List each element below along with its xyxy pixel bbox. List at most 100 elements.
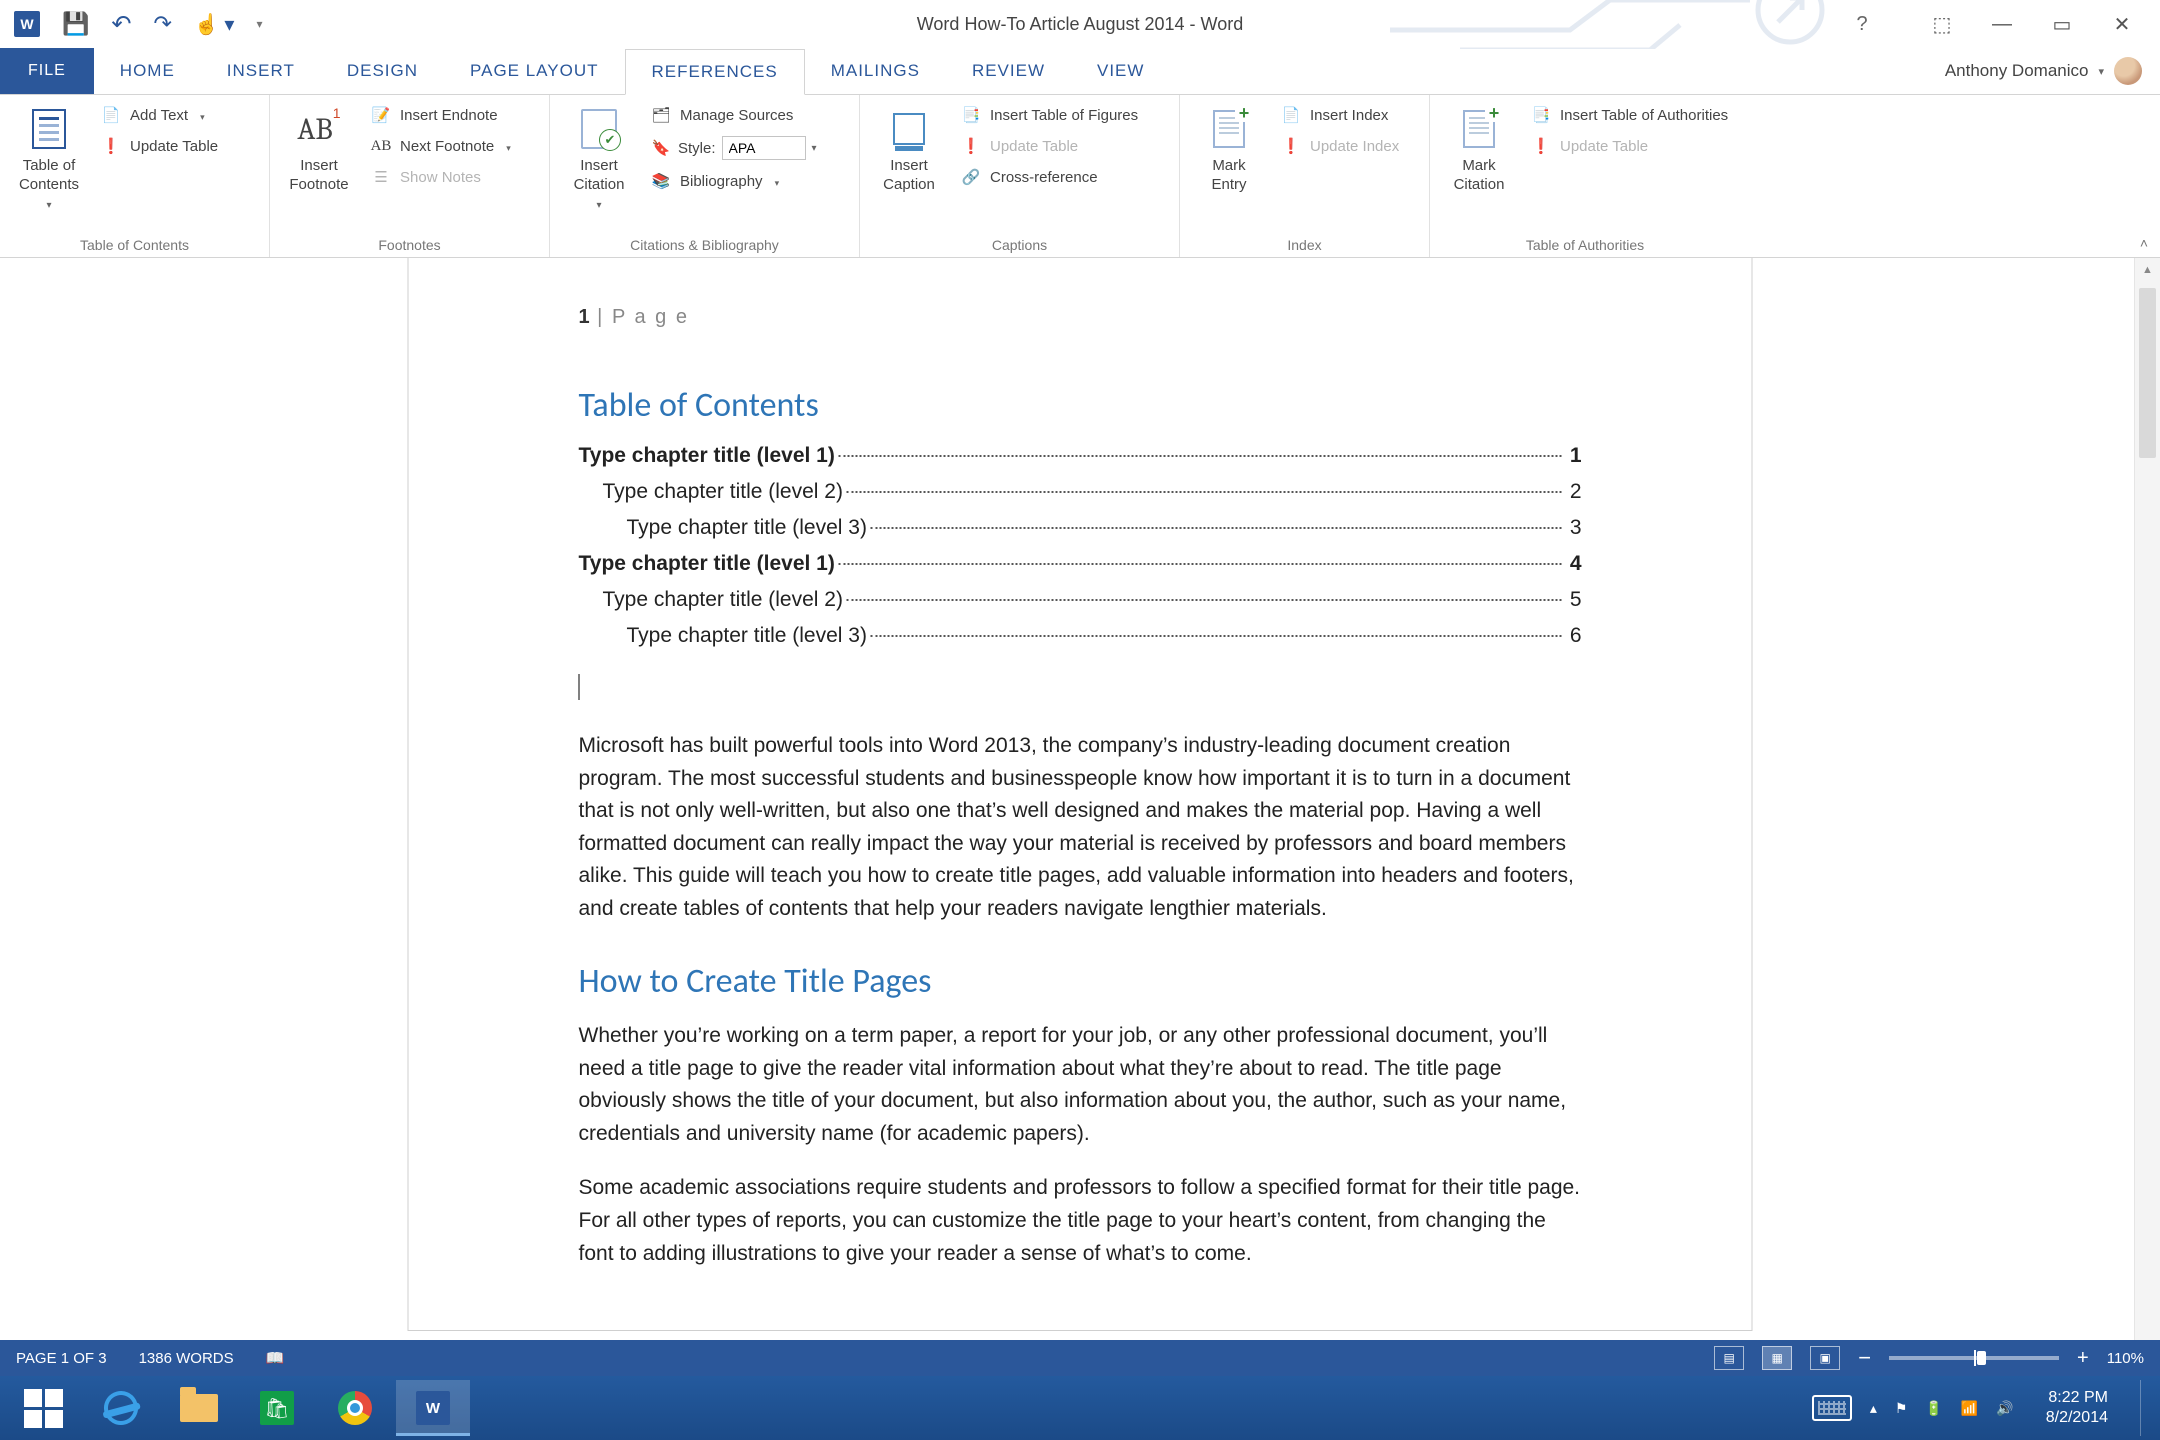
tray-overflow-icon[interactable]: ▴ — [1870, 1400, 1877, 1417]
insert-citation-button[interactable]: Insert Citation — [560, 101, 638, 217]
group-label: Table of Authorities — [1440, 235, 1730, 257]
style-select[interactable] — [722, 136, 806, 160]
taskbar-store[interactable]: 🛍 — [240, 1380, 314, 1436]
collapse-ribbon-icon[interactable]: ˄ — [2140, 235, 2148, 251]
group-citations: Insert Citation 🗂Manage Sources 🔖 Style:… — [550, 95, 860, 257]
touch-mode-icon[interactable]: ☝ ▾ — [194, 12, 235, 37]
cap-update-button: ❗Update Table — [956, 134, 1142, 158]
window-title: Word How-To Article August 2014 - Word — [917, 14, 1243, 35]
quick-access-toolbar: W 💾 ↶ ↷ ☝ ▾ ▾ — [0, 10, 262, 39]
tray-battery-icon[interactable]: 🔋 — [1925, 1400, 1942, 1417]
status-bar: PAGE 1 OF 3 1386 WORDS 📖 ▤ ▦ ▣ − + 110% — [0, 1340, 2160, 1376]
toc-entry: Type chapter title (level 2)2 — [579, 480, 1582, 504]
insert-caption-button[interactable]: Insert Caption — [870, 101, 948, 199]
touch-keyboard-icon[interactable] — [1812, 1395, 1852, 1421]
zoom-out-icon[interactable]: − — [1858, 1345, 1871, 1371]
taskbar-ie[interactable] — [84, 1380, 158, 1436]
scroll-up-icon[interactable]: ▲ — [2135, 258, 2160, 282]
spellcheck-icon[interactable]: 📖 — [266, 1349, 285, 1367]
show-notes-icon: ☰ — [370, 167, 392, 187]
mark-citation-button[interactable]: + Mark Citation — [1440, 101, 1518, 199]
group-label: Citations & Bibliography — [560, 235, 849, 257]
tray-flag-icon[interactable]: ⚑ — [1895, 1400, 1908, 1417]
update-icon: ❗ — [100, 136, 122, 156]
insert-footnote-button[interactable]: AB1 Insert Footnote — [280, 101, 358, 199]
add-text-button[interactable]: 📄Add Text — [96, 103, 222, 127]
citation-style-field[interactable]: 🔖 Style: ▾ — [646, 134, 821, 162]
clock-date: 8/2/2014 — [2046, 1408, 2108, 1428]
web-layout-icon[interactable]: ▣ — [1810, 1346, 1840, 1370]
zoom-in-icon[interactable]: + — [2077, 1347, 2089, 1370]
insert-index-button[interactable]: 📄Insert Index — [1276, 103, 1403, 127]
ie-icon — [100, 1387, 142, 1429]
maximize-icon[interactable]: ▭ — [2038, 12, 2086, 37]
page[interactable]: 1 | P a g e Table of Contents Type chapt… — [408, 258, 1753, 1331]
cross-reference-button[interactable]: 🔗Cross-reference — [956, 165, 1142, 189]
tray-volume-icon[interactable]: 🔊 — [1996, 1400, 2013, 1417]
tab-mailings[interactable]: MAILINGS — [805, 48, 946, 94]
body-paragraph: Whether you’re working on a term paper, … — [579, 1020, 1582, 1150]
insert-toa-button[interactable]: 📑Insert Table of Authorities — [1526, 103, 1732, 127]
start-button[interactable] — [6, 1380, 80, 1436]
section-heading: How to Create Title Pages — [579, 961, 1582, 1002]
toc-list: Type chapter title (level 1)1 Type chapte… — [579, 444, 1582, 648]
taskbar-word[interactable]: W — [396, 1380, 470, 1436]
tab-home[interactable]: HOME — [94, 48, 201, 94]
group-footnotes: AB1 Insert Footnote 📝Insert Endnote ABNe… — [270, 95, 550, 257]
scroll-thumb[interactable] — [2139, 288, 2156, 458]
print-layout-icon[interactable]: ▦ — [1762, 1346, 1792, 1370]
taskbar-explorer[interactable] — [162, 1380, 236, 1436]
caption-icon — [893, 113, 925, 145]
mark-entry-button[interactable]: + Mark Entry — [1190, 101, 1268, 199]
toc-button-label: Table of Contents — [19, 157, 79, 195]
page-indicator[interactable]: PAGE 1 OF 3 — [16, 1350, 107, 1367]
vertical-scrollbar[interactable]: ▲ ▼ — [2134, 258, 2160, 1388]
tab-design[interactable]: DESIGN — [321, 48, 444, 94]
window-controls: ? ⬚ — ▭ ✕ — [1838, 0, 2160, 48]
document-area: 1 | P a g e Table of Contents Type chapt… — [0, 258, 2160, 1388]
tab-view[interactable]: VIEW — [1071, 48, 1170, 94]
insert-toa-icon: 📑 — [1530, 105, 1552, 125]
ribbon-display-icon[interactable]: ⬚ — [1918, 12, 1966, 37]
redo-icon[interactable]: ↷ — [154, 11, 172, 37]
zoom-slider[interactable] — [1889, 1356, 2059, 1360]
account-control[interactable]: Anthony Domanico▾ — [1945, 57, 2142, 85]
insert-tof-button[interactable]: 📑Insert Table of Figures — [956, 103, 1142, 127]
tray-network-icon[interactable]: 📶 — [1961, 1400, 1978, 1417]
minimize-icon[interactable]: — — [1978, 13, 2026, 36]
tab-review[interactable]: REVIEW — [946, 48, 1071, 94]
word-count[interactable]: 1386 WORDS — [139, 1350, 234, 1367]
text-cursor — [579, 674, 580, 700]
idx-update-button: ❗Update Index — [1276, 134, 1403, 158]
group-label: Captions — [870, 235, 1169, 257]
word-icon: W — [416, 1391, 450, 1425]
toc-update-button[interactable]: ❗Update Table — [96, 134, 222, 158]
read-mode-icon[interactable]: ▤ — [1714, 1346, 1744, 1370]
mark-entry-label: Mark Entry — [1211, 157, 1246, 195]
close-icon[interactable]: ✕ — [2098, 12, 2146, 37]
taskbar-chrome[interactable] — [318, 1380, 392, 1436]
account-name: Anthony Domanico — [1945, 61, 2089, 81]
tab-references[interactable]: REFERENCES — [625, 49, 805, 95]
show-desktop-button[interactable] — [2140, 1380, 2150, 1436]
tab-page-layout[interactable]: PAGE LAYOUT — [444, 48, 624, 94]
insert-endnote-button[interactable]: 📝Insert Endnote — [366, 103, 515, 127]
toc-button[interactable]: Table of Contents — [10, 101, 88, 217]
tab-file[interactable]: FILE — [0, 48, 94, 94]
next-footnote-button[interactable]: ABNext Footnote — [366, 134, 515, 158]
save-icon[interactable]: 💾 — [62, 11, 89, 37]
zoom-level[interactable]: 110% — [2107, 1350, 2144, 1367]
titlebar: W 💾 ↶ ↷ ☝ ▾ ▾ Word How-To Article August… — [0, 0, 2160, 49]
manage-sources-button[interactable]: 🗂Manage Sources — [646, 103, 821, 127]
qat-customize-icon[interactable]: ▾ — [256, 17, 262, 31]
word-app-icon[interactable]: W — [14, 11, 40, 37]
taskbar-clock[interactable]: 8:22 PM 8/2/2014 — [2032, 1388, 2122, 1428]
bibliography-button[interactable]: 📚Bibliography — [646, 169, 821, 193]
insert-caption-label: Insert Caption — [883, 157, 935, 195]
toc-entry: Type chapter title (level 1)1 — [579, 444, 1582, 468]
undo-icon[interactable]: ↶ — [111, 10, 131, 39]
toc-entry: Type chapter title (level 1)4 — [579, 552, 1582, 576]
bibliography-icon: 📚 — [650, 171, 672, 191]
tab-insert[interactable]: INSERT — [201, 48, 321, 94]
help-icon[interactable]: ? — [1838, 13, 1886, 36]
